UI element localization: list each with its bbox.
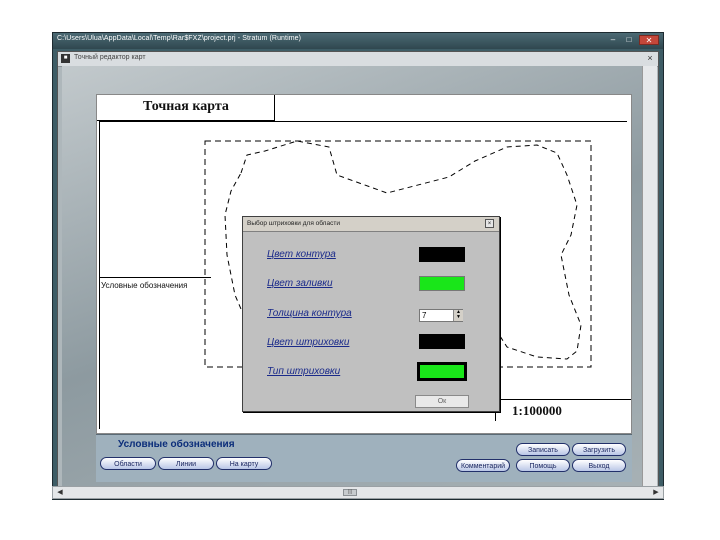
help-button[interactable]: Помощь <box>516 459 570 472</box>
fill-color-label[interactable]: Цвет заливки <box>267 278 333 289</box>
scroll-right-icon[interactable]: ▶ <box>651 488 661 497</box>
contour-color-swatch[interactable] <box>419 247 465 262</box>
contour-thickness-label[interactable]: Толщина контура <box>267 308 352 319</box>
hatch-type-label[interactable]: Тип штриховки <box>267 366 340 377</box>
dialog-close-icon[interactable]: × <box>485 219 494 228</box>
editor-title: Точный редактор карт <box>74 54 146 61</box>
ok-button[interactable]: Ок <box>415 395 469 408</box>
editor-title-bar[interactable]: ■ Точный редактор карт × <box>58 52 658 67</box>
fill-color-swatch[interactable] <box>419 276 465 291</box>
save-button[interactable]: Записать <box>516 443 570 456</box>
scroll-thumb[interactable]: ||| <box>343 489 357 496</box>
contour-color-label[interactable]: Цвет контура <box>267 249 336 260</box>
maximize-icon[interactable]: □ <box>623 35 635 45</box>
comment-button[interactable]: Комментарий <box>456 459 510 472</box>
hatch-type-swatch[interactable] <box>417 362 467 381</box>
to-map-button[interactable]: На карту <box>216 457 272 470</box>
scroll-left-icon[interactable]: ◀ <box>55 488 65 497</box>
app-icon: ■ <box>61 54 70 63</box>
hatch-color-swatch[interactable] <box>419 334 465 349</box>
hatch-color-label[interactable]: Цвет штриховки <box>267 337 349 348</box>
thickness-spinner[interactable]: 7 ▲ ▼ <box>419 309 463 322</box>
lines-button[interactable]: Линии <box>158 457 214 470</box>
hatch-dialog: Выбор штриховки для области × Цвет конту… <box>242 216 500 412</box>
scale-box: 1:100000 <box>495 399 631 421</box>
areas-button[interactable]: Области <box>100 457 156 470</box>
close-icon[interactable]: ✕ <box>639 35 659 45</box>
exit-button[interactable]: Выход <box>572 459 626 472</box>
editor-close-icon[interactable]: × <box>644 52 656 64</box>
load-button[interactable]: Загрузить <box>572 443 626 456</box>
horizontal-scrollbar[interactable]: ◀ ||| ▶ <box>52 486 664 499</box>
dialog-title: Выбор штриховки для области <box>247 220 340 227</box>
window-title: C:\Users\Ulua\AppData\Local\Temp\Rar$FXZ… <box>57 35 302 42</box>
minimize-icon[interactable]: – <box>607 35 619 45</box>
vertical-scrollbar[interactable] <box>642 66 657 490</box>
dialog-title-bar[interactable]: Выбор штриховки для области × <box>243 217 499 232</box>
bottom-panel: Условные обозначения Области Линии На ка… <box>96 434 632 482</box>
legend-panel-title: Условные обозначения <box>118 439 235 450</box>
title-bar[interactable]: C:\Users\Ulua\AppData\Local\Temp\Rar$FXZ… <box>53 33 663 49</box>
map-scale: 1:100000 <box>512 403 562 418</box>
spinner-arrows-icon[interactable]: ▲ ▼ <box>453 310 463 321</box>
thickness-value[interactable]: 7 <box>422 311 426 320</box>
hatch-type-preview <box>420 365 464 378</box>
